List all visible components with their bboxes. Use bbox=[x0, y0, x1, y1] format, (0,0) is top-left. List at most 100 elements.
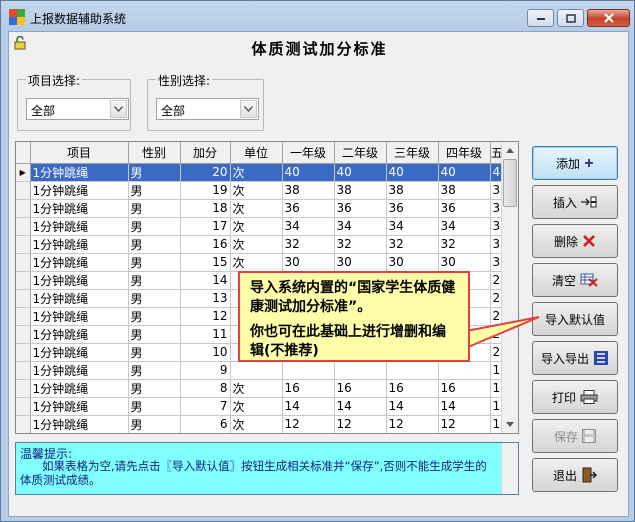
chevron-down-icon[interactable] bbox=[110, 100, 127, 118]
row-selector[interactable] bbox=[16, 397, 31, 416]
table-cell[interactable]: 次 bbox=[230, 163, 283, 182]
table-cell[interactable]: 1分钟跳绳 bbox=[30, 415, 129, 433]
table-cell[interactable]: 34 bbox=[334, 217, 387, 236]
table-row[interactable]: 1分钟跳绳男 15 次 30 30 30 30 3 bbox=[16, 253, 505, 272]
table-cell[interactable]: 1分钟跳绳 bbox=[30, 181, 129, 200]
table-cell[interactable]: 36 bbox=[438, 199, 491, 218]
table-cell[interactable]: 1分钟跳绳 bbox=[30, 163, 129, 182]
tips-scrollbar[interactable] bbox=[501, 443, 518, 494]
table-cell[interactable]: 32 bbox=[386, 235, 439, 254]
table-cell[interactable]: 次 bbox=[230, 397, 283, 416]
table-row[interactable]: 1分钟跳绳男 6 次 12 12 12 12 1 bbox=[16, 415, 505, 433]
save-button[interactable]: 保存 bbox=[532, 419, 618, 453]
table-cell[interactable]: 男 bbox=[128, 361, 181, 380]
table-cell[interactable]: 38 bbox=[334, 181, 387, 200]
table-row[interactable]: 1分钟跳绳男 17 次 34 34 34 34 3 bbox=[16, 217, 505, 236]
table-cell[interactable]: 30 bbox=[282, 253, 335, 272]
table-cell[interactable]: 19 bbox=[180, 181, 231, 200]
column-header[interactable]: 一年级 bbox=[282, 142, 335, 164]
table-cell[interactable]: 30 bbox=[334, 253, 387, 272]
table-cell[interactable]: 次 bbox=[230, 253, 283, 272]
table-cell[interactable] bbox=[230, 361, 283, 380]
table-cell[interactable]: 12 bbox=[386, 415, 439, 433]
table-cell[interactable]: 40 bbox=[334, 163, 387, 182]
table-cell[interactable]: 1分钟跳绳 bbox=[30, 271, 129, 290]
table-cell[interactable]: 1分钟跳绳 bbox=[30, 199, 129, 218]
table-cell[interactable]: 32 bbox=[282, 235, 335, 254]
table-cell[interactable]: 1分钟跳绳 bbox=[30, 217, 129, 236]
table-cell[interactable] bbox=[438, 361, 491, 380]
clear-button[interactable]: 清空 bbox=[532, 263, 618, 297]
table-cell[interactable]: 1分钟跳绳 bbox=[30, 379, 129, 398]
table-cell[interactable]: 男 bbox=[128, 379, 181, 398]
table-cell[interactable]: 1分钟跳绳 bbox=[30, 397, 129, 416]
import-default-button[interactable]: 导入默认值 bbox=[532, 302, 618, 336]
table-cell[interactable]: 14 bbox=[438, 397, 491, 416]
table-cell[interactable]: 16 bbox=[282, 379, 335, 398]
gender-select[interactable]: 全部 bbox=[156, 98, 259, 120]
table-cell[interactable]: 16 bbox=[438, 379, 491, 398]
table-cell[interactable] bbox=[386, 361, 439, 380]
table-cell[interactable]: 40 bbox=[438, 163, 491, 182]
print-button[interactable]: 打印 bbox=[532, 380, 618, 414]
table-row[interactable]: 1分钟跳绳男 7 次 14 14 14 14 1 bbox=[16, 397, 505, 416]
close-button[interactable] bbox=[587, 9, 630, 27]
table-cell[interactable]: 12 bbox=[334, 415, 387, 433]
table-cell[interactable]: 男 bbox=[128, 217, 181, 236]
title-bar[interactable]: 上报数据辅助系统 bbox=[1, 1, 634, 31]
table-cell[interactable]: 40 bbox=[386, 163, 439, 182]
row-selector[interactable] bbox=[16, 289, 31, 308]
table-row[interactable]: ▶ 1分钟跳绳男 20 次 40 40 40 40 4 bbox=[16, 163, 505, 182]
table-cell[interactable]: 30 bbox=[438, 253, 491, 272]
row-selector[interactable] bbox=[16, 379, 31, 398]
table-cell[interactable]: 男 bbox=[128, 199, 181, 218]
column-header[interactable]: 三年级 bbox=[386, 142, 439, 164]
table-cell[interactable]: 14 bbox=[180, 271, 231, 290]
table-row[interactable]: 1分钟跳绳男 16 次 32 32 32 32 3 bbox=[16, 235, 505, 254]
table-cell[interactable]: 7 bbox=[180, 397, 231, 416]
table-cell[interactable]: 14 bbox=[386, 397, 439, 416]
table-cell[interactable]: 12 bbox=[438, 415, 491, 433]
table-cell[interactable]: 34 bbox=[282, 217, 335, 236]
table-cell[interactable]: 1分钟跳绳 bbox=[30, 235, 129, 254]
table-cell[interactable]: 男 bbox=[128, 253, 181, 272]
table-cell[interactable]: 12 bbox=[180, 307, 231, 326]
row-selector[interactable] bbox=[16, 343, 31, 362]
table-cell[interactable]: 次 bbox=[230, 217, 283, 236]
delete-button[interactable]: 删除 bbox=[532, 224, 618, 258]
row-selector[interactable] bbox=[16, 253, 31, 272]
minimize-button[interactable] bbox=[527, 9, 554, 27]
table-cell[interactable]: 10 bbox=[180, 343, 231, 362]
table-cell[interactable]: 次 bbox=[230, 415, 283, 433]
table-cell[interactable]: 次 bbox=[230, 181, 283, 200]
current-row-indicator-icon[interactable]: ▶ bbox=[16, 163, 31, 182]
item-select[interactable]: 全部 bbox=[26, 98, 129, 120]
row-selector[interactable] bbox=[16, 307, 31, 326]
table-cell[interactable]: 1分钟跳绳 bbox=[30, 343, 129, 362]
table-row[interactable]: 1分钟跳绳男 19 次 38 38 38 38 3 bbox=[16, 181, 505, 200]
table-cell[interactable]: 1分钟跳绳 bbox=[30, 325, 129, 344]
table-cell[interactable]: 20 bbox=[180, 163, 231, 182]
table-cell[interactable]: 32 bbox=[334, 235, 387, 254]
table-cell[interactable]: 6 bbox=[180, 415, 231, 433]
table-cell[interactable]: 次 bbox=[230, 379, 283, 398]
table-cell[interactable]: 次 bbox=[230, 235, 283, 254]
table-cell[interactable]: 16 bbox=[334, 379, 387, 398]
table-cell[interactable]: 1分钟跳绳 bbox=[30, 307, 129, 326]
table-cell[interactable]: 次 bbox=[230, 199, 283, 218]
table-cell[interactable]: 34 bbox=[438, 217, 491, 236]
table-cell[interactable]: 38 bbox=[386, 181, 439, 200]
table-cell[interactable]: 18 bbox=[180, 199, 231, 218]
table-cell[interactable]: 14 bbox=[282, 397, 335, 416]
table-row[interactable]: 1分钟跳绳男 18 次 36 36 36 36 3 bbox=[16, 199, 505, 218]
scroll-thumb[interactable] bbox=[503, 159, 517, 207]
column-header[interactable]: 性别 bbox=[128, 142, 181, 164]
table-cell[interactable]: 40 bbox=[282, 163, 335, 182]
table-cell[interactable]: 14 bbox=[334, 397, 387, 416]
table-cell[interactable]: 38 bbox=[438, 181, 491, 200]
row-selector[interactable] bbox=[16, 199, 31, 218]
table-cell[interactable]: 36 bbox=[386, 199, 439, 218]
add-button[interactable]: 添加 bbox=[532, 146, 618, 180]
row-selector[interactable] bbox=[16, 415, 31, 433]
table-cell[interactable]: 男 bbox=[128, 397, 181, 416]
